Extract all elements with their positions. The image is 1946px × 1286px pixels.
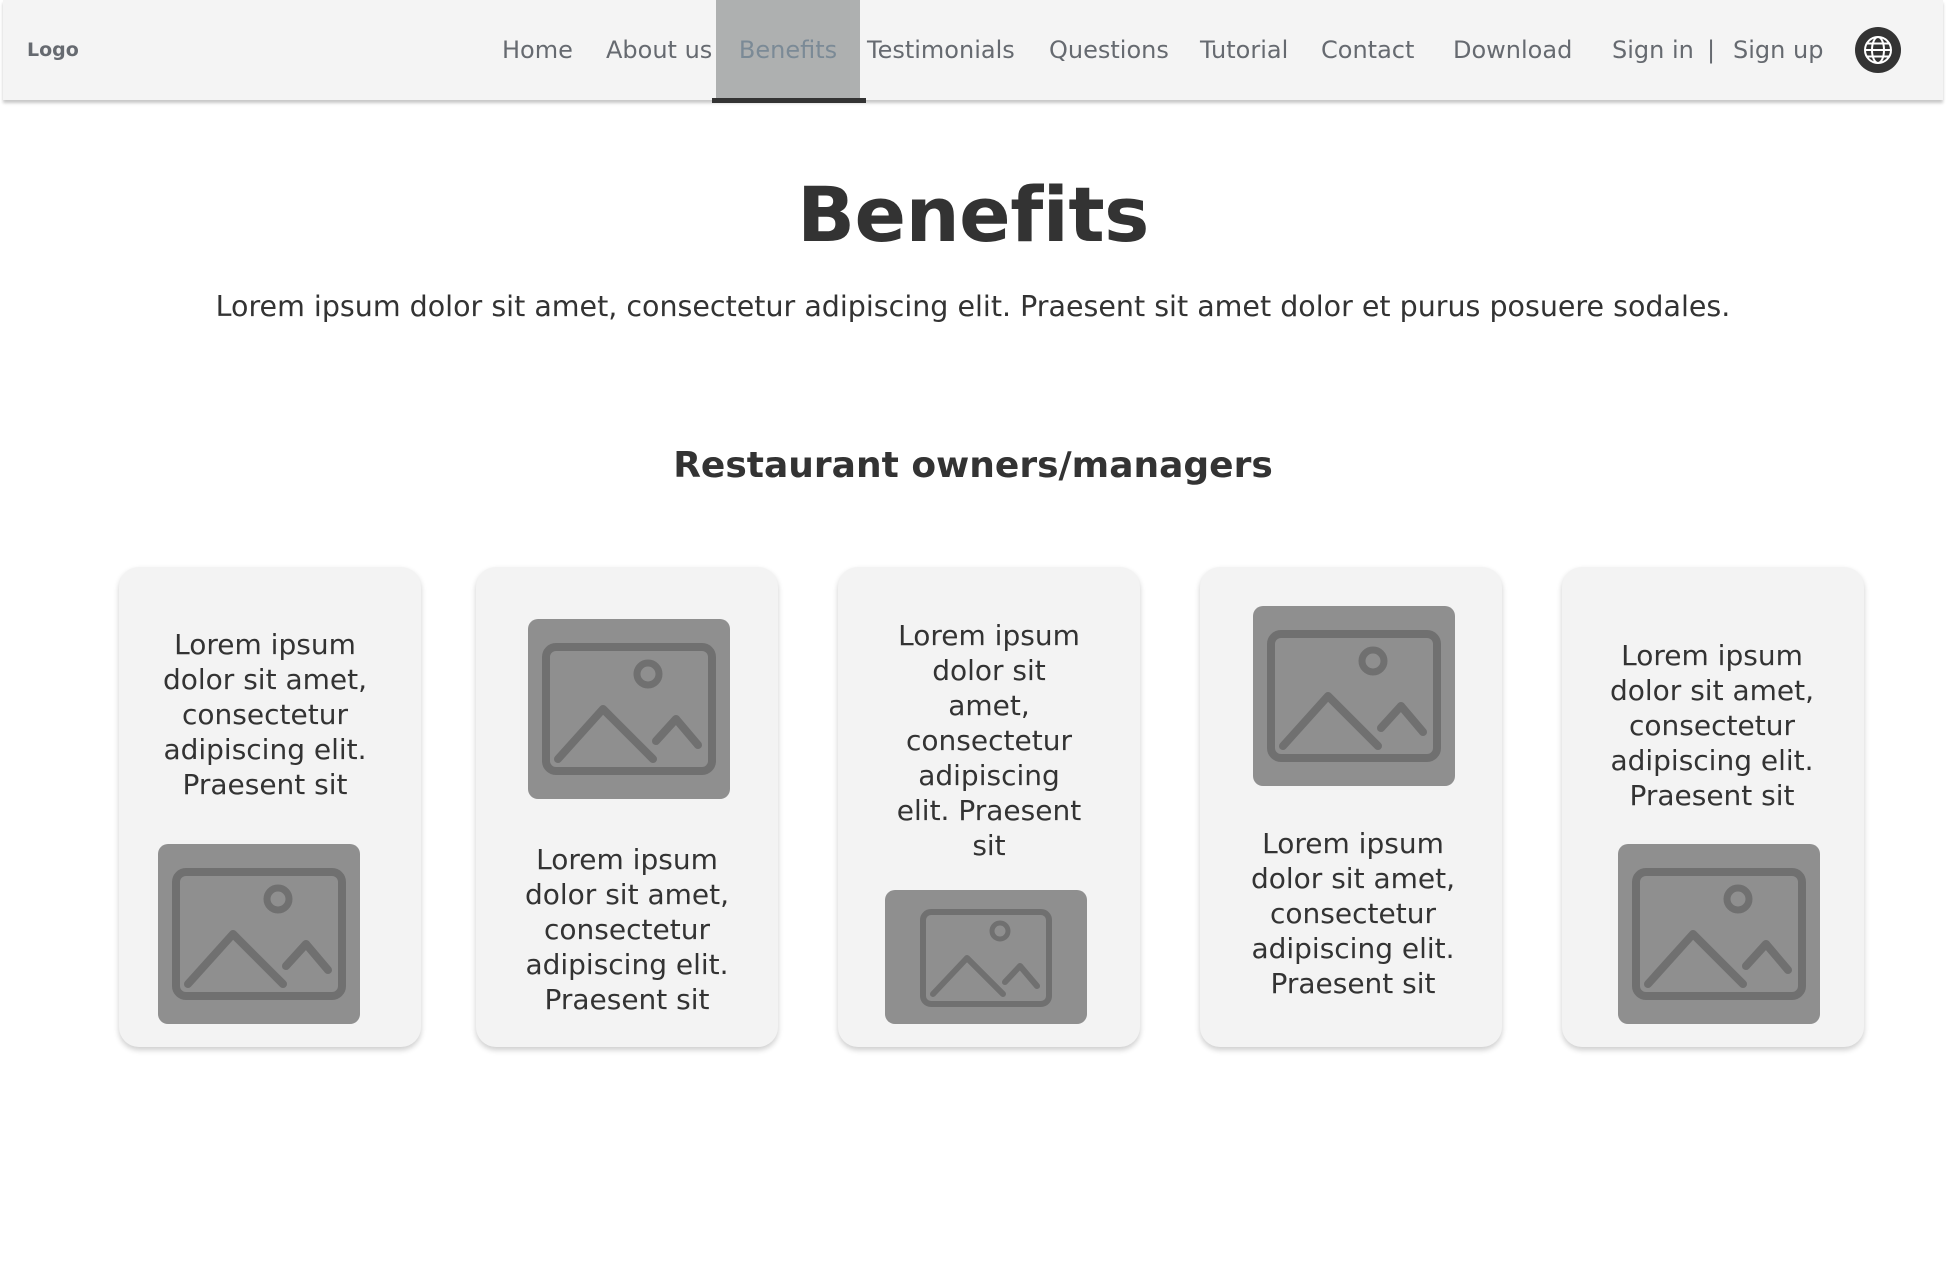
nav-link-testimonials[interactable]: Testimonials (867, 0, 1015, 100)
sign-in-link[interactable]: Sign in (1612, 0, 1694, 100)
globe-icon[interactable] (1855, 27, 1901, 73)
benefit-card: Lorem ipsum dolor sit amet, consectetur … (476, 567, 778, 1047)
image-placeholder-icon (528, 619, 730, 799)
nav-link-download[interactable]: Download (1453, 0, 1572, 100)
active-tab-indicator (712, 98, 866, 103)
nav-link-contact[interactable]: Contact (1321, 0, 1414, 100)
page-title: Benefits (797, 170, 1149, 259)
nav-link-tutorial[interactable]: Tutorial (1200, 0, 1288, 100)
card-text: Lorem ipsum dolor sit amet, consectetur … (896, 619, 1082, 862)
card-text: Lorem ipsum dolor sit amet, consectetur … (1250, 827, 1455, 1000)
sign-up-link[interactable]: Sign up (1733, 0, 1823, 100)
nav-link-about-us[interactable]: About us (606, 0, 712, 100)
benefit-card: Lorem ipsum dolor sit amet, consectetur … (838, 567, 1140, 1047)
benefit-card: Lorem ipsum dolor sit amet, consectetur … (1200, 567, 1502, 1047)
benefit-card: Lorem ipsum dolor sit amet, consectetur … (119, 567, 421, 1047)
top-navbar: Logo Home About us Benefits Testimonials… (3, 0, 1943, 103)
nav-link-questions[interactable]: Questions (1049, 0, 1169, 100)
nav-link-benefits[interactable]: Benefits (716, 0, 860, 100)
page-subtitle: Lorem ipsum dolor sit amet, consectetur … (215, 290, 1731, 323)
image-placeholder-icon (885, 890, 1087, 1024)
image-placeholder-icon (1253, 606, 1455, 786)
card-text: Lorem ipsum dolor sit amet, consectetur … (162, 628, 367, 801)
nav-link-home[interactable]: Home (502, 0, 573, 100)
card-text: Lorem ipsum dolor sit amet, consectetur … (1609, 639, 1814, 812)
benefit-card: Lorem ipsum dolor sit amet, consectetur … (1562, 567, 1864, 1047)
card-text: Lorem ipsum dolor sit amet, consectetur … (524, 843, 729, 1016)
nav-links: Home About us Benefits Testimonials Ques… (3, 0, 1943, 100)
section-title: Restaurant owners/managers (673, 445, 1273, 486)
image-placeholder-icon (158, 844, 360, 1024)
image-placeholder-icon (1618, 844, 1820, 1024)
auth-separator: | (1707, 36, 1716, 64)
